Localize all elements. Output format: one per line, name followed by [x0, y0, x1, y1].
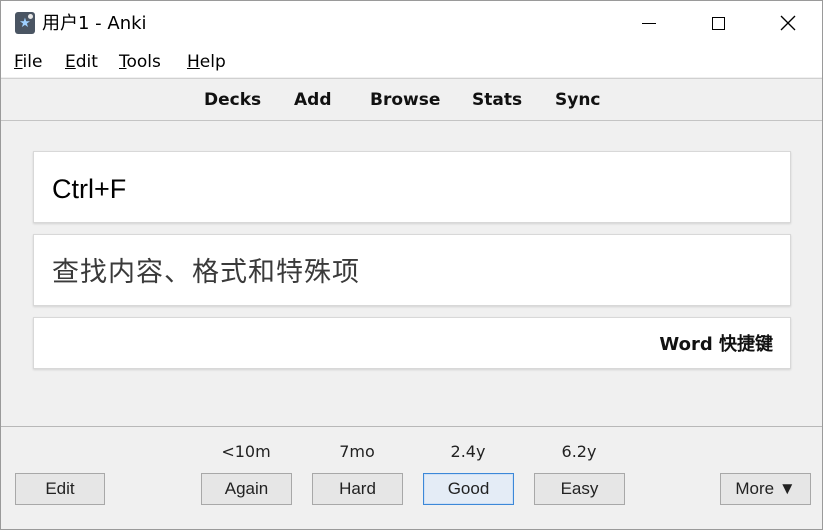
- card-back-field: 查找内容、格式和特殊项: [33, 234, 791, 306]
- toolbar-browse-link[interactable]: Browse: [370, 90, 440, 110]
- card-tag-field: Word 快捷键: [33, 317, 791, 369]
- card-front-text: Ctrl+F: [52, 174, 127, 204]
- anki-window: ★ 用户1 - Anki File Edit Tools Help Decks …: [0, 0, 823, 530]
- maximize-button[interactable]: [683, 1, 753, 45]
- hard-button[interactable]: Hard: [312, 473, 403, 505]
- minimize-button[interactable]: [614, 1, 684, 45]
- good-button[interactable]: Good: [423, 473, 514, 505]
- card-tag-text: Word 快捷键: [659, 334, 773, 355]
- menu-help-label: elp: [199, 52, 226, 72]
- good-interval-label: 2.4y: [450, 442, 486, 461]
- menu-edit-mnemonic: E: [65, 52, 76, 72]
- menu-edit-label: dit: [75, 52, 98, 72]
- menu-tools-mnemonic: T: [119, 52, 127, 72]
- easy-interval-label: 6.2y: [561, 442, 597, 461]
- close-button[interactable]: [753, 1, 822, 45]
- close-icon: [780, 15, 796, 31]
- toolbar-sync-link[interactable]: Sync: [555, 90, 601, 110]
- toolbar-decks-link[interactable]: Decks: [204, 90, 261, 110]
- anki-icon: ★: [15, 12, 35, 34]
- again-interval-label: <10m: [221, 442, 271, 461]
- review-bottom-bar: <10m 7mo 2.4y 6.2y Edit Again Hard Good …: [1, 426, 822, 529]
- edit-button[interactable]: Edit: [15, 473, 105, 505]
- again-button[interactable]: Again: [201, 473, 292, 505]
- card-back-text: 查找内容、格式和特殊项: [52, 257, 360, 288]
- menu-file[interactable]: File: [14, 52, 42, 72]
- toolbar-stats-link[interactable]: Stats: [472, 90, 522, 110]
- more-button[interactable]: More ▼: [720, 473, 811, 505]
- easy-button[interactable]: Easy: [534, 473, 625, 505]
- maximize-icon: [711, 16, 725, 30]
- hard-interval-label: 7mo: [339, 442, 375, 461]
- window-title: 用户1 - Anki: [42, 13, 147, 34]
- menu-edit[interactable]: Edit: [65, 52, 98, 72]
- card-front-field: Ctrl+F: [33, 151, 791, 223]
- star-icon: ★: [19, 16, 31, 31]
- minimize-icon: [642, 22, 656, 24]
- menu-tools-label: ools: [126, 52, 161, 72]
- menu-help-mnemonic: H: [187, 52, 200, 72]
- menu-tools[interactable]: Tools: [119, 52, 161, 72]
- menu-file-mnemonic: F: [14, 52, 23, 72]
- card-review-area: Ctrl+F 查找内容、格式和特殊项 Word 快捷键: [1, 121, 822, 426]
- toolbar-add-link[interactable]: Add: [294, 90, 332, 110]
- menu-help[interactable]: Help: [187, 52, 226, 72]
- menu-file-label: ile: [22, 52, 43, 72]
- menu-bar: File Edit Tools Help: [1, 47, 822, 77]
- title-bar[interactable]: ★ 用户1 - Anki: [1, 1, 822, 47]
- main-toolbar: Decks Add Browse Stats Sync: [1, 78, 822, 121]
